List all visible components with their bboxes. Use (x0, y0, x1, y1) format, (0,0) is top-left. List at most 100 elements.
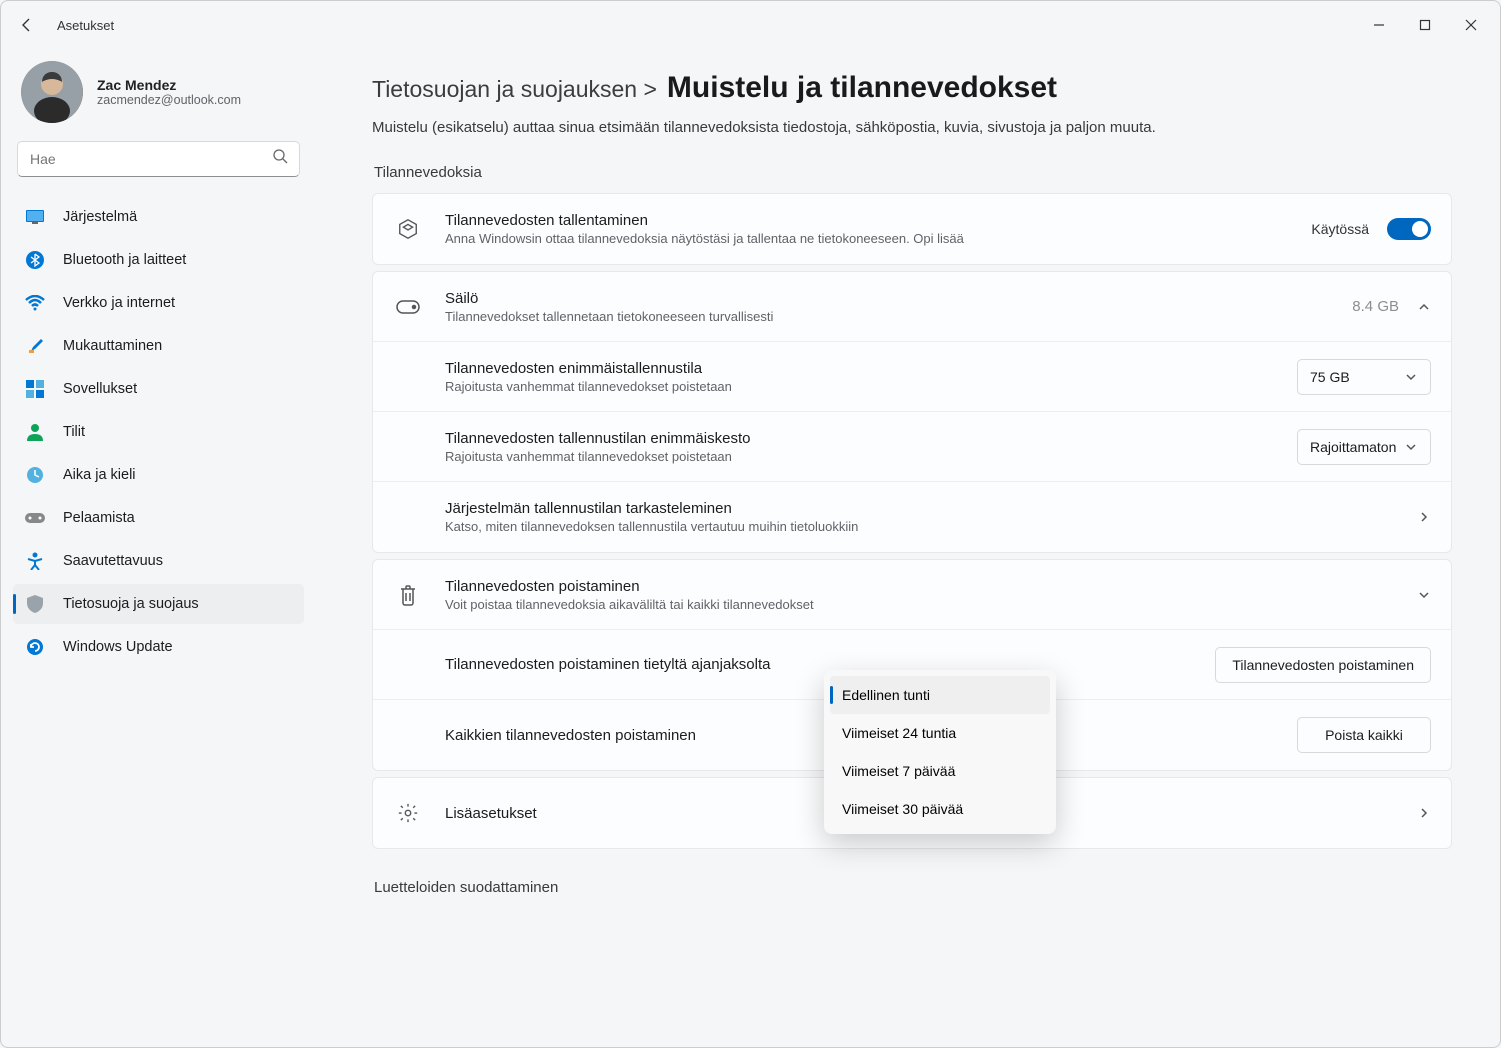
nav-label: Mukauttaminen (63, 338, 162, 354)
dropdown-item-last-7d[interactable]: Viimeiset 7 päivää (830, 752, 1050, 790)
storage-icon (395, 300, 421, 314)
select-value: Rajoittamaton (1310, 439, 1396, 455)
sidebar-item-apps[interactable]: Sovellukset (13, 369, 304, 409)
row-max-duration: Tilannevedosten tallennustilan enimmäisk… (373, 412, 1451, 482)
page-description: Muistelu (esikatselu) auttaa sinua etsim… (372, 119, 1452, 136)
row-title: Säilö (445, 290, 1352, 307)
trash-icon (395, 584, 421, 606)
row-storage[interactable]: Säilö Tilannevedokset tallennetaan tieto… (373, 272, 1451, 342)
storage-size: 8.4 GB (1352, 298, 1399, 315)
row-title: Tilannevedosten enimmäistallennustila (445, 360, 1297, 377)
clock-icon (25, 465, 45, 485)
snapshot-icon (395, 218, 421, 240)
wifi-icon (25, 293, 45, 313)
toggle-label: Käytössä (1311, 221, 1369, 237)
breadcrumb-parent[interactable]: Tietosuojan ja suojauksen > (372, 76, 657, 103)
titlebar: Asetukset (1, 1, 1500, 49)
maximize-icon (1419, 19, 1431, 31)
dropdown-item-last-30d[interactable]: Viimeiset 30 päivää (830, 790, 1050, 828)
dropdown-item-last-hour[interactable]: Edellinen tunti (830, 676, 1050, 714)
sidebar-item-gaming[interactable]: Pelaamista (13, 498, 304, 538)
accessibility-icon (25, 551, 45, 571)
sidebar-item-system[interactable]: Järjestelmä (13, 197, 304, 237)
bluetooth-icon (25, 250, 45, 270)
row-title: Tilannevedosten tallennustilan enimmäisk… (445, 430, 1297, 447)
main-content: Tietosuojan ja suojauksen > Muistelu ja … (316, 49, 1500, 1047)
max-storage-select[interactable]: 75 GB (1297, 359, 1431, 395)
window-title: Asetukset (57, 18, 114, 33)
nav-label: Järjestelmä (63, 209, 137, 225)
nav-label: Saavutettavuus (63, 553, 163, 569)
sidebar-item-accounts[interactable]: Tilit (13, 412, 304, 452)
chevron-up-icon (1417, 300, 1431, 314)
nav-label: Verkko ja internet (63, 295, 175, 311)
maximize-button[interactable] (1402, 5, 1448, 45)
chevron-right-icon (1417, 510, 1431, 524)
page-title: Muistelu ja tilannevedokset (667, 71, 1057, 105)
close-icon (1465, 19, 1477, 31)
row-subtitle: Anna Windowsin ottaa tilannevedoksia näy… (445, 231, 1311, 246)
close-button[interactable] (1448, 5, 1494, 45)
sidebar: Zac Mendez zacmendez@outlook.com Järjest… (1, 49, 316, 1047)
row-title: Tilannevedosten tallentaminen (445, 212, 1311, 229)
sidebar-item-network[interactable]: Verkko ja internet (13, 283, 304, 323)
profile-email: zacmendez@outlook.com (97, 93, 241, 107)
chevron-down-icon (1404, 440, 1418, 454)
update-icon (25, 637, 45, 657)
row-subtitle: Katso, miten tilannevedoksen tallennusti… (445, 519, 1417, 534)
chevron-right-icon (1417, 806, 1431, 820)
delete-range-button[interactable]: Tilannevedosten poistaminen (1215, 647, 1431, 683)
card-storage: Säilö Tilannevedokset tallennetaan tieto… (372, 271, 1452, 553)
breadcrumb: Tietosuojan ja suojauksen > Muistelu ja … (372, 71, 1452, 105)
chevron-down-icon (1417, 588, 1431, 602)
row-subtitle: Rajoitusta vanhemmat tilannevedokset poi… (445, 449, 1297, 464)
nav-label: Windows Update (63, 639, 173, 655)
search-icon (273, 149, 288, 169)
delete-all-button[interactable]: Poista kaikki (1297, 717, 1431, 753)
row-save-snapshots: Tilannevedosten tallentaminen Anna Windo… (373, 194, 1451, 264)
minimize-button[interactable] (1356, 5, 1402, 45)
sidebar-item-bluetooth[interactable]: Bluetooth ja laitteet (13, 240, 304, 280)
sidebar-item-time[interactable]: Aika ja kieli (13, 455, 304, 495)
section-filter-label: Luetteloiden suodattaminen (374, 879, 1452, 896)
sidebar-item-accessibility[interactable]: Saavutettavuus (13, 541, 304, 581)
select-value: 75 GB (1310, 369, 1350, 385)
back-button[interactable] (7, 5, 47, 45)
shield-icon (25, 594, 45, 614)
profile-block[interactable]: Zac Mendez zacmendez@outlook.com (13, 49, 304, 141)
nav-label: Bluetooth ja laitteet (63, 252, 186, 268)
row-subtitle: Voit poistaa tilannevedoksia aikaväliltä… (445, 597, 1417, 612)
save-snapshots-toggle[interactable] (1387, 218, 1431, 240)
person-icon (25, 422, 45, 442)
max-duration-select[interactable]: Rajoittamaton (1297, 429, 1431, 465)
row-title: Tilannevedosten poistaminen (445, 578, 1417, 595)
nav-label: Pelaamista (63, 510, 135, 526)
gamepad-icon (25, 508, 45, 528)
nav-label: Tietosuoja ja suojaus (63, 596, 199, 612)
row-subtitle: Rajoitusta vanhemmat tilannevedokset poi… (445, 379, 1297, 394)
search-box (17, 141, 300, 177)
apps-icon (25, 379, 45, 399)
dropdown-item-last-24h[interactable]: Viimeiset 24 tuntia (830, 714, 1050, 752)
sidebar-item-privacy[interactable]: Tietosuoja ja suojaus (13, 584, 304, 624)
profile-name: Zac Mendez (97, 77, 241, 93)
search-input[interactable] (17, 141, 300, 177)
back-arrow-icon (19, 17, 35, 33)
gear-icon (395, 802, 421, 824)
sidebar-item-update[interactable]: Windows Update (13, 627, 304, 667)
row-subtitle: Tilannevedokset tallennetaan tietokonees… (445, 309, 1352, 324)
system-icon (25, 207, 45, 227)
row-delete-snapshots[interactable]: Tilannevedosten poistaminen Voit poistaa… (373, 560, 1451, 630)
brush-icon (25, 336, 45, 356)
nav-label: Aika ja kieli (63, 467, 136, 483)
time-range-dropdown: Edellinen tunti Viimeiset 24 tuntia Viim… (824, 670, 1056, 834)
nav-label: Tilit (63, 424, 85, 440)
chevron-down-icon (1404, 370, 1418, 384)
minimize-icon (1373, 19, 1385, 31)
card-save-snapshots: Tilannevedosten tallentaminen Anna Windo… (372, 193, 1452, 265)
row-max-storage: Tilannevedosten enimmäistallennustila Ra… (373, 342, 1451, 412)
row-title: Järjestelmän tallennustilan tarkastelemi… (445, 500, 1417, 517)
row-view-storage[interactable]: Järjestelmän tallennustilan tarkastelemi… (373, 482, 1451, 552)
avatar (21, 61, 83, 123)
sidebar-item-personalization[interactable]: Mukauttaminen (13, 326, 304, 366)
